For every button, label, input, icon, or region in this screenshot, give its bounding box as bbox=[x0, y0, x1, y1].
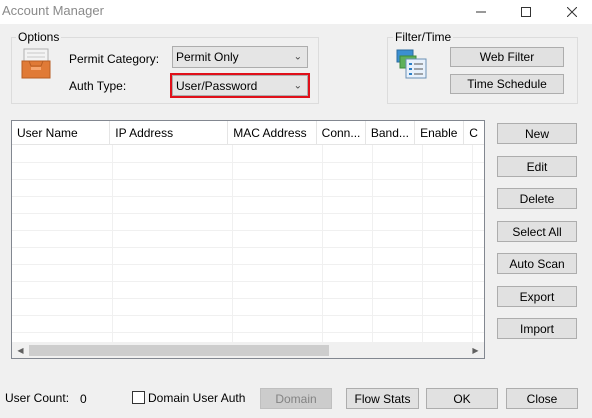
scroll-left-icon[interactable]: ◀ bbox=[12, 342, 29, 358]
select-all-button[interactable]: Select All bbox=[497, 221, 577, 242]
column-header-user-name[interactable]: User Name bbox=[12, 121, 111, 145]
grid-line bbox=[12, 281, 484, 282]
grid-line bbox=[12, 179, 484, 180]
grid-line bbox=[422, 145, 423, 343]
grid-line bbox=[12, 196, 484, 197]
auth-type-value: User/Password bbox=[176, 78, 258, 93]
maximize-icon bbox=[521, 7, 531, 17]
web-filter-button[interactable]: Web Filter bbox=[450, 47, 564, 67]
grid-line bbox=[12, 298, 484, 299]
maximize-button[interactable] bbox=[506, 0, 546, 24]
close-icon bbox=[567, 7, 577, 17]
filter-list-icon bbox=[396, 47, 430, 81]
chevron-down-icon: ⌄ bbox=[293, 51, 302, 63]
grid-line bbox=[12, 264, 484, 265]
domain-user-auth-label[interactable]: Domain User Auth bbox=[148, 391, 245, 405]
inbox-tray-icon bbox=[19, 47, 53, 81]
user-count-value: 0 bbox=[80, 392, 87, 406]
auth-type-label: Auth Type: bbox=[69, 79, 127, 93]
auto-scan-button[interactable]: Auto Scan bbox=[497, 253, 577, 274]
table-header: User Name IP Address MAC Address Conn...… bbox=[12, 121, 484, 145]
column-header-connection[interactable]: Conn... bbox=[317, 121, 366, 145]
grid-line bbox=[232, 145, 233, 343]
chevron-down-icon: ⌄ bbox=[293, 80, 302, 91]
flow-stats-button[interactable]: Flow Stats bbox=[346, 388, 419, 409]
grid-line bbox=[472, 145, 473, 343]
edit-button[interactable]: Edit bbox=[497, 156, 577, 177]
grid-line bbox=[372, 145, 373, 343]
permit-category-value: Permit Only bbox=[176, 50, 239, 64]
close-button[interactable]: Close bbox=[506, 388, 578, 409]
permit-category-combo[interactable]: Permit Only ⌄ bbox=[172, 46, 308, 68]
close-window-button[interactable] bbox=[552, 0, 592, 24]
user-count-label: User Count: bbox=[5, 391, 70, 405]
horizontal-scrollbar[interactable]: ◀ ▶ bbox=[12, 342, 484, 358]
title-bar: Account Manager bbox=[0, 0, 592, 24]
permit-category-label: Permit Category: bbox=[69, 52, 160, 66]
export-button[interactable]: Export bbox=[497, 286, 577, 307]
column-header-enable[interactable]: Enable bbox=[415, 121, 465, 145]
import-button[interactable]: Import bbox=[497, 318, 577, 339]
user-table[interactable]: User Name IP Address MAC Address Conn...… bbox=[11, 120, 485, 359]
grid-line bbox=[12, 332, 484, 333]
grid-line bbox=[12, 230, 484, 231]
grid-line bbox=[112, 145, 113, 343]
grid-line bbox=[12, 315, 484, 316]
new-button[interactable]: New bbox=[497, 123, 577, 144]
column-header-more[interactable]: C bbox=[464, 121, 484, 145]
window-title: Account Manager bbox=[2, 3, 104, 18]
grid-line bbox=[322, 145, 323, 343]
column-header-mac-address[interactable]: MAC Address bbox=[228, 121, 317, 145]
column-header-ip-address[interactable]: IP Address bbox=[110, 121, 229, 145]
minimize-icon bbox=[476, 11, 486, 13]
column-header-bandwidth[interactable]: Band... bbox=[366, 121, 416, 145]
auth-type-combo[interactable]: User/Password ⌄ bbox=[170, 73, 310, 98]
options-group-label: Options bbox=[16, 30, 62, 44]
minimize-button[interactable] bbox=[461, 0, 501, 24]
delete-button[interactable]: Delete bbox=[497, 188, 577, 209]
grid-line bbox=[12, 247, 484, 248]
scrollbar-thumb[interactable] bbox=[29, 345, 329, 356]
time-schedule-button[interactable]: Time Schedule bbox=[450, 74, 564, 94]
ok-button[interactable]: OK bbox=[426, 388, 498, 409]
grid-line bbox=[12, 213, 484, 214]
domain-user-auth-checkbox[interactable] bbox=[132, 391, 145, 404]
grid-line bbox=[12, 162, 484, 163]
domain-button[interactable]: Domain bbox=[260, 388, 332, 409]
scroll-right-icon[interactable]: ▶ bbox=[467, 342, 484, 358]
filter-time-group-label: Filter/Time bbox=[393, 30, 454, 44]
